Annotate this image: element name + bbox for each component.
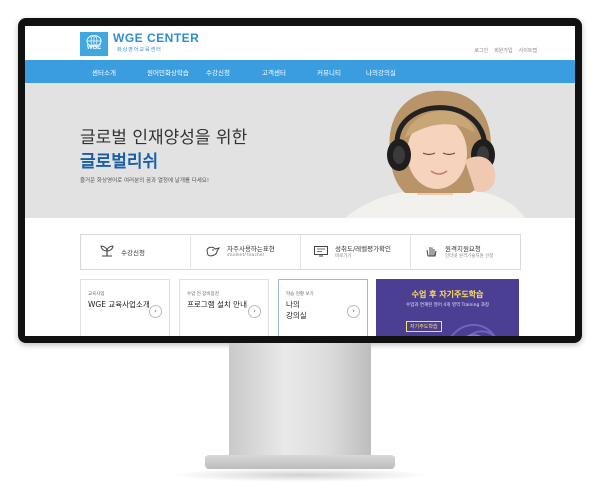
quick-item-expressions[interactable]: 자주사용하는표현 student/ teacher	[191, 235, 301, 269]
monitor-icon	[314, 246, 328, 257]
logo-subtitle: 화상영어교육센터	[117, 47, 162, 53]
hero-photo-girl-headphones	[345, 90, 525, 218]
quick-item-label: 성취도/레벨평가확인	[335, 245, 392, 253]
chevron-right-icon[interactable]: ›	[248, 305, 261, 318]
quick-item-label: 자주사용하는표현	[227, 245, 275, 253]
plant-icon	[100, 245, 114, 257]
quick-item-enroll[interactable]: 수강신청	[81, 235, 191, 269]
quick-item-remote-support[interactable]: 원격지원요청 인터넷 원격기술지원 신청	[411, 235, 520, 269]
monitor-base	[205, 455, 395, 469]
chevron-right-icon[interactable]: ›	[149, 305, 162, 318]
quick-item-level-test[interactable]: 성취도/레벨평가확인 바로가기	[301, 235, 411, 269]
monitor-stand	[229, 343, 371, 461]
nav-item-support[interactable]: 고객센터	[262, 67, 286, 77]
card-small-label: 교육사업	[88, 292, 105, 297]
bird-icon	[206, 246, 221, 257]
logo[interactable]: WGE	[80, 32, 108, 56]
spiral-decoration	[450, 324, 496, 336]
site-header: WGE WGE CENTER 화상영어교육센터 로그인 회원가입 사이트맵	[25, 26, 575, 60]
card-title: 프로그램 설치 안내	[187, 300, 247, 309]
quick-item-sub: 인터넷 원격기술지원 신청	[445, 254, 494, 259]
card-small-label: 수업 전 장비점검	[187, 292, 219, 297]
card-education-business[interactable]: 교육사업 WGE 교육사업소개 ›	[80, 279, 170, 336]
promo-badge: 자기주도학습	[406, 321, 442, 332]
hand-icon	[426, 247, 437, 257]
nav-item-about[interactable]: 센터소개	[92, 67, 116, 77]
promo-title: 수업 후 자기주도학습	[411, 290, 484, 299]
quick-item-sub: student/ teacher	[227, 253, 265, 258]
nav-item-community[interactable]: 커뮤니티	[317, 67, 341, 77]
utility-links: 로그인 회원가입 사이트맵	[474, 47, 537, 54]
website-screen: WGE WGE CENTER 화상영어교육센터 로그인 회원가입 사이트맵 센터…	[25, 26, 575, 336]
quick-item-label: 수강신청	[121, 249, 145, 257]
card-title: WGE 교육사업소개	[88, 300, 150, 309]
quick-item-sub: 바로가기	[335, 254, 352, 259]
logo-mark-text: WGE	[86, 45, 102, 51]
promo-subtitle: 수업과 연계된 영어 4개 영역 Training 과정	[405, 303, 490, 308]
main-nav: 센터소개 원어민화상학습 수강신청 고객센터 커뮤니티 나의강의실	[25, 60, 575, 83]
card-my-classroom[interactable]: 학습 현황 보기 나의 강의실 ›	[278, 279, 368, 336]
monitor-frame: WGE WGE CENTER 화상영어교육센터 로그인 회원가입 사이트맵 센터…	[18, 18, 582, 343]
card-small-label: 학습 현황 보기	[286, 292, 314, 297]
card-program-install[interactable]: 수업 전 장비점검 프로그램 설치 안내 ›	[179, 279, 269, 336]
chevron-right-icon[interactable]: ›	[347, 305, 360, 318]
nav-item-my-classroom[interactable]: 나의강의실	[366, 67, 396, 77]
quick-menu: 수강신청 자주사용하는표현 student/ teacher 성취도/레벨평가확…	[80, 234, 521, 270]
hero-description: 즐거운 화상영어로 여러분의 꿈과 열정에 날개를 다세요!	[80, 178, 210, 184]
nav-item-video-lesson[interactable]: 원어민화상학습	[147, 67, 189, 77]
login-link[interactable]: 로그인	[474, 47, 488, 54]
hero-brand: 글로벌리쉬	[80, 152, 159, 172]
logo-title[interactable]: WGE CENTER	[113, 31, 199, 45]
stand-shadow	[170, 468, 430, 482]
promo-banner-self-study[interactable]: 수업 후 자기주도학습 수업과 연계된 영어 4개 영역 Training 과정…	[376, 279, 519, 336]
hero-title: 글로벌 인재양성을 위한	[80, 128, 248, 148]
quick-item-label: 원격지원요청	[445, 245, 481, 253]
card-title: 나의 강의실	[286, 300, 307, 320]
hero-banner: 글로벌 인재양성을 위한 글로벌리쉬 즐거운 화상영어로 여러분의 꿈과 열정에…	[25, 83, 575, 218]
signup-link[interactable]: 회원가입	[494, 47, 512, 54]
sitemap-link[interactable]: 사이트맵	[519, 47, 537, 54]
nav-item-enroll[interactable]: 수강신청	[206, 67, 230, 77]
